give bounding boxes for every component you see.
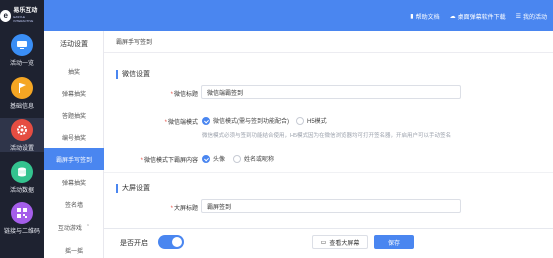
submenu-item[interactable]: 弹幕抽奖 — [44, 171, 104, 193]
logo-sub: EASYLE INTERACTIVE — [13, 15, 34, 23]
submenu-item[interactable]: 抽奖 — [44, 60, 104, 82]
logo: e 易乐互动 EASYLE INTERACTIVE — [0, 0, 44, 31]
nav-label: 活动设置 — [9, 145, 34, 152]
logo-name: 易乐互动 — [13, 8, 38, 14]
help-docs-label: 帮助文档 — [415, 15, 440, 21]
download-link[interactable]: ☁ 桌面弹幕软件下载 — [450, 12, 506, 21]
radio-empty-icon — [296, 116, 304, 125]
monitor-icon: ▭ — [320, 239, 327, 246]
content-avatar-radio[interactable]: 头像 — [202, 154, 225, 163]
mode-label: *微信端模式 — [164, 120, 198, 126]
wechat-title-input[interactable]: 微信端霸签到 — [201, 85, 461, 99]
enable-label: 是否开启 — [120, 240, 148, 247]
nav-item-activities[interactable]: 活动一览 — [0, 33, 44, 67]
data-icon — [11, 160, 33, 183]
radio-empty-icon — [233, 154, 241, 163]
nav-label: 基础信息 — [9, 103, 34, 110]
submenu-item-label: 互动游戏 — [57, 225, 82, 232]
content-name-radio[interactable]: 姓名或昵称 — [233, 154, 274, 163]
screen-title-input[interactable]: 霸屏签到 — [201, 199, 461, 213]
submenu-item[interactable]: 编号抽奖 — [44, 126, 104, 148]
submenu-item[interactable]: 答题抽奖 — [44, 104, 104, 126]
my-activities-link[interactable]: ☰ 我的活动 — [516, 12, 547, 21]
nav-label: 活动一览 — [9, 60, 34, 67]
save-button[interactable]: 保存 — [374, 235, 414, 249]
download-label: 桌面弹幕软件下载 — [457, 15, 506, 21]
required-mark: * — [140, 158, 143, 164]
section-divider — [104, 172, 553, 173]
radio-checked-icon — [202, 154, 210, 163]
radio-checked-icon — [202, 116, 210, 125]
enable-toggle[interactable] — [158, 235, 184, 249]
qrcode-icon — [11, 201, 33, 224]
screen-title-label: *大屏标题 — [170, 206, 198, 212]
breadcrumb: 霸屏手写签到 — [104, 31, 553, 53]
submenu-item-games[interactable]: 互动游戏 ⌃ — [44, 216, 104, 238]
submenu-item-active[interactable]: 霸屏手写签到 — [44, 148, 104, 170]
mode-h5-radio[interactable]: H5模式 — [296, 116, 327, 125]
wechat-title-label: *微信标题 — [170, 92, 198, 98]
bottom-action-bar: 是否开启 ▭ 查看大屏幕 保存 — [104, 228, 553, 258]
cloud-icon: ☁ — [449, 14, 456, 20]
chevron-up-icon: ⌃ — [85, 224, 91, 230]
main-sidebar: e 易乐互动 EASYLE INTERACTIVE 活动一览 基础信息 活动设置… — [0, 0, 44, 258]
submenu-title: 活动设置 — [60, 40, 88, 48]
submenu-item[interactable]: 签名墙 — [44, 193, 104, 215]
list-icon: ☰ — [515, 14, 521, 20]
nav-label: 活动数据 — [9, 187, 34, 194]
nav-item-basic-info[interactable]: 基础信息 — [0, 76, 44, 110]
monitor-icon — [11, 33, 33, 56]
top-header: ▮ 帮助文档 ☁ 桌面弹幕软件下载 ☰ 我的活动 — [44, 0, 553, 31]
logo-icon: e — [0, 9, 12, 22]
book-icon: ▮ — [410, 14, 414, 20]
gear-icon — [11, 118, 33, 141]
submenu-item[interactable]: 摇一摇 — [44, 239, 104, 258]
required-mark: * — [170, 206, 173, 212]
mode-hint: 微信模式必须与签到功能结合使用，H5模式因为在微信浏览器均可打开签名器，开启用户… — [202, 133, 452, 139]
submenu-item[interactable]: 弹幕抽奖 — [44, 82, 104, 104]
my-activities-label: 我的活动 — [522, 15, 547, 21]
nav-item-links-qrcode[interactable]: 链接与二维码 — [0, 201, 44, 235]
settings-submenu: 活动设置 抽奖 弹幕抽奖 答题抽奖 编号抽奖 霸屏手写签到 弹幕抽奖 签名墙 互… — [44, 31, 104, 258]
main-panel: 霸屏手写签到 微信设置 *微信标题 微信端霸签到 *微信端模式 微信模式(需与签… — [104, 31, 553, 228]
required-mark: * — [164, 120, 167, 126]
section-title-wechat: 微信设置 — [116, 69, 150, 79]
required-mark: * — [170, 92, 173, 98]
nav-item-data[interactable]: 活动数据 — [0, 160, 44, 194]
mode-wechat-radio[interactable]: 微信模式(需与签到功能配合) — [202, 116, 289, 125]
toggle-knob — [172, 237, 182, 247]
section-bar — [116, 69, 118, 79]
flag-icon — [11, 76, 33, 99]
section-bar — [116, 183, 118, 193]
help-docs-link[interactable]: ▮ 帮助文档 — [410, 12, 439, 21]
section-title-screen: 大屏设置 — [116, 183, 150, 193]
nav-label: 链接与二维码 — [3, 228, 40, 235]
nav-item-settings[interactable]: 活动设置 — [0, 118, 44, 152]
content-label: *微信模式下霸屏内容 — [140, 158, 198, 164]
preview-screen-button[interactable]: ▭ 查看大屏幕 — [312, 235, 368, 249]
